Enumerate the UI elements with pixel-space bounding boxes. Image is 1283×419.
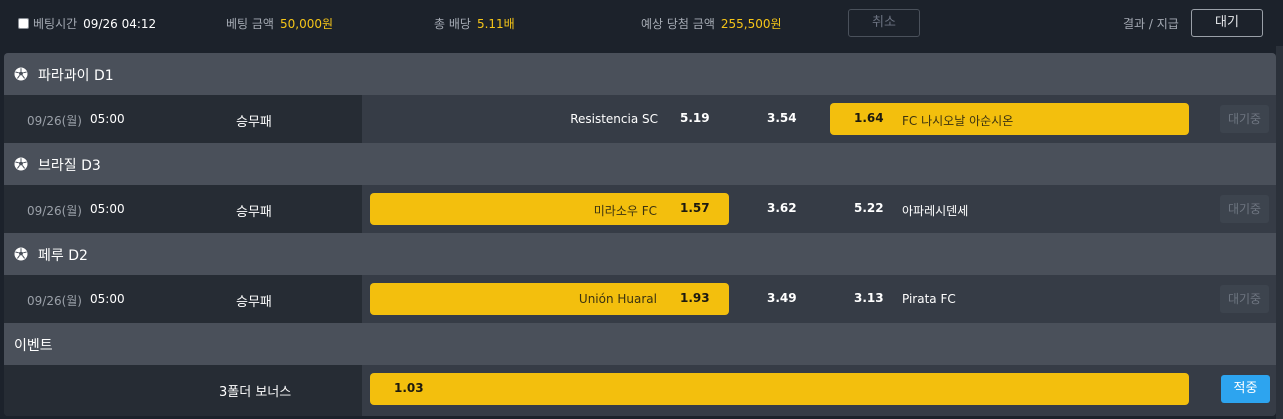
away-team: FC 나시오날 아순시온 — [902, 114, 1014, 128]
expected-win-label: 예상 당첨 금액 — [641, 17, 715, 31]
soccer-ball-icon — [14, 247, 28, 261]
soccer-ball-icon — [14, 157, 28, 171]
bet-time-group: 베팅시간 09/26 04:12 — [18, 15, 156, 32]
league-name: 브라질 D3 — [38, 158, 101, 174]
league-name: 페루 D2 — [38, 248, 88, 264]
market-type: 승무패 — [236, 295, 272, 310]
match-info: 09/26(월) 05:00 승무패 — [4, 185, 362, 233]
league-header: 페루 D2 — [4, 233, 1276, 275]
home-odds: 1.57 — [680, 201, 710, 215]
result-label-text: 결과 / 지급 — [1123, 17, 1179, 31]
away-odds: 3.13 — [854, 291, 884, 305]
home-team: Resistencia SC — [570, 112, 658, 126]
bet-amount-group: 베팅 금액 50,000원 — [226, 15, 333, 32]
expected-win-group: 예상 당첨 금액 255,500원 — [641, 15, 782, 32]
match-time: 05:00 — [90, 112, 125, 126]
match-row: 09/26(월) 05:00 승무패 Unión Huaral 1.93 3.4… — [4, 275, 1276, 323]
home-odds: 1.93 — [680, 291, 710, 305]
home-team: 미라소우 FC — [593, 204, 657, 218]
league-header: 브라질 D3 — [4, 143, 1276, 185]
waiting-status-badge: 대기중 — [1220, 285, 1269, 313]
match-date: 09/26(월) — [27, 294, 82, 308]
waiting-status-badge: 대기중 — [1220, 195, 1269, 223]
match-row: 09/26(월) 05:00 승무패 미라소우 FC 1.57 3.62 5.2… — [4, 185, 1276, 233]
market-type: 승무패 — [236, 115, 272, 130]
total-odds-group: 총 배당 5.11배 — [434, 15, 515, 32]
selected-away-pick: 1.64 FC 나시오날 아순시온 — [830, 103, 1189, 135]
total-odds-label: 총 배당 — [434, 17, 471, 31]
soccer-ball-icon — [14, 67, 28, 81]
away-odds: 5.22 — [854, 201, 884, 215]
result-label: 결과 / 지급 — [1123, 15, 1179, 32]
bonus-name: 3폴더 보너스 — [219, 385, 292, 400]
bet-amount-label: 베팅 금액 — [226, 17, 274, 31]
bonus-odds: 1.03 — [394, 381, 424, 395]
scrollbar[interactable] — [1276, 46, 1283, 419]
event-row: 3폴더 보너스 1.03 적중 — [4, 365, 1276, 416]
away-odds: 1.64 — [854, 111, 884, 125]
event-info: 3폴더 보너스 — [4, 365, 362, 416]
market-type: 승무패 — [236, 205, 272, 220]
bet-amount-value: 50,000원 — [279, 17, 334, 31]
status-button[interactable]: 대기 — [1191, 9, 1263, 37]
cancel-button[interactable]: 취소 — [848, 9, 920, 37]
total-odds-value: 5.11배 — [476, 17, 515, 31]
away-team: 아파레시덴세 — [902, 204, 969, 218]
league-header: 파라과이 D1 — [4, 53, 1276, 95]
match-time: 05:00 — [90, 202, 125, 216]
league-name: 파라과이 D1 — [38, 68, 114, 84]
selected-home-pick: 미라소우 FC 1.57 — [370, 193, 729, 225]
match-info: 09/26(월) 05:00 승무패 — [4, 275, 362, 323]
bet-slip-header: 베팅시간 09/26 04:12 베팅 금액 50,000원 총 배당 5.11배 예… — [0, 0, 1283, 46]
bet-detail-panel: 파라과이 D1 09/26(월) 05:00 승무패 Resistencia S… — [4, 53, 1276, 416]
match-row: 09/26(월) 05:00 승무패 Resistencia SC 5.19 3… — [4, 95, 1276, 143]
selected-home-pick: Unión Huaral 1.93 — [370, 283, 729, 315]
draw-odds: 3.62 — [767, 201, 797, 215]
draw-odds: 3.54 — [767, 111, 797, 125]
select-checkbox[interactable] — [18, 18, 29, 29]
event-header: 이벤트 — [4, 323, 1276, 365]
match-date: 09/26(월) — [27, 204, 82, 218]
match-date: 09/26(월) — [27, 114, 82, 128]
waiting-status-badge: 대기중 — [1220, 105, 1269, 133]
win-status-badge: 적중 — [1221, 375, 1270, 403]
bet-time-value: 09/26 04:12 — [83, 17, 157, 31]
draw-odds: 3.49 — [767, 291, 797, 305]
home-team: Unión Huaral — [578, 292, 657, 306]
away-team: Pirata FC — [902, 292, 956, 306]
match-time: 05:00 — [90, 292, 125, 306]
expected-win-value: 255,500원 — [720, 17, 782, 31]
match-info: 09/26(월) 05:00 승무패 — [4, 95, 362, 143]
event-title: 이벤트 — [14, 338, 53, 354]
bet-time-label: 베팅시간 — [33, 17, 78, 31]
home-odds: 5.19 — [680, 111, 710, 125]
bonus-odds-box: 1.03 — [370, 373, 1189, 405]
